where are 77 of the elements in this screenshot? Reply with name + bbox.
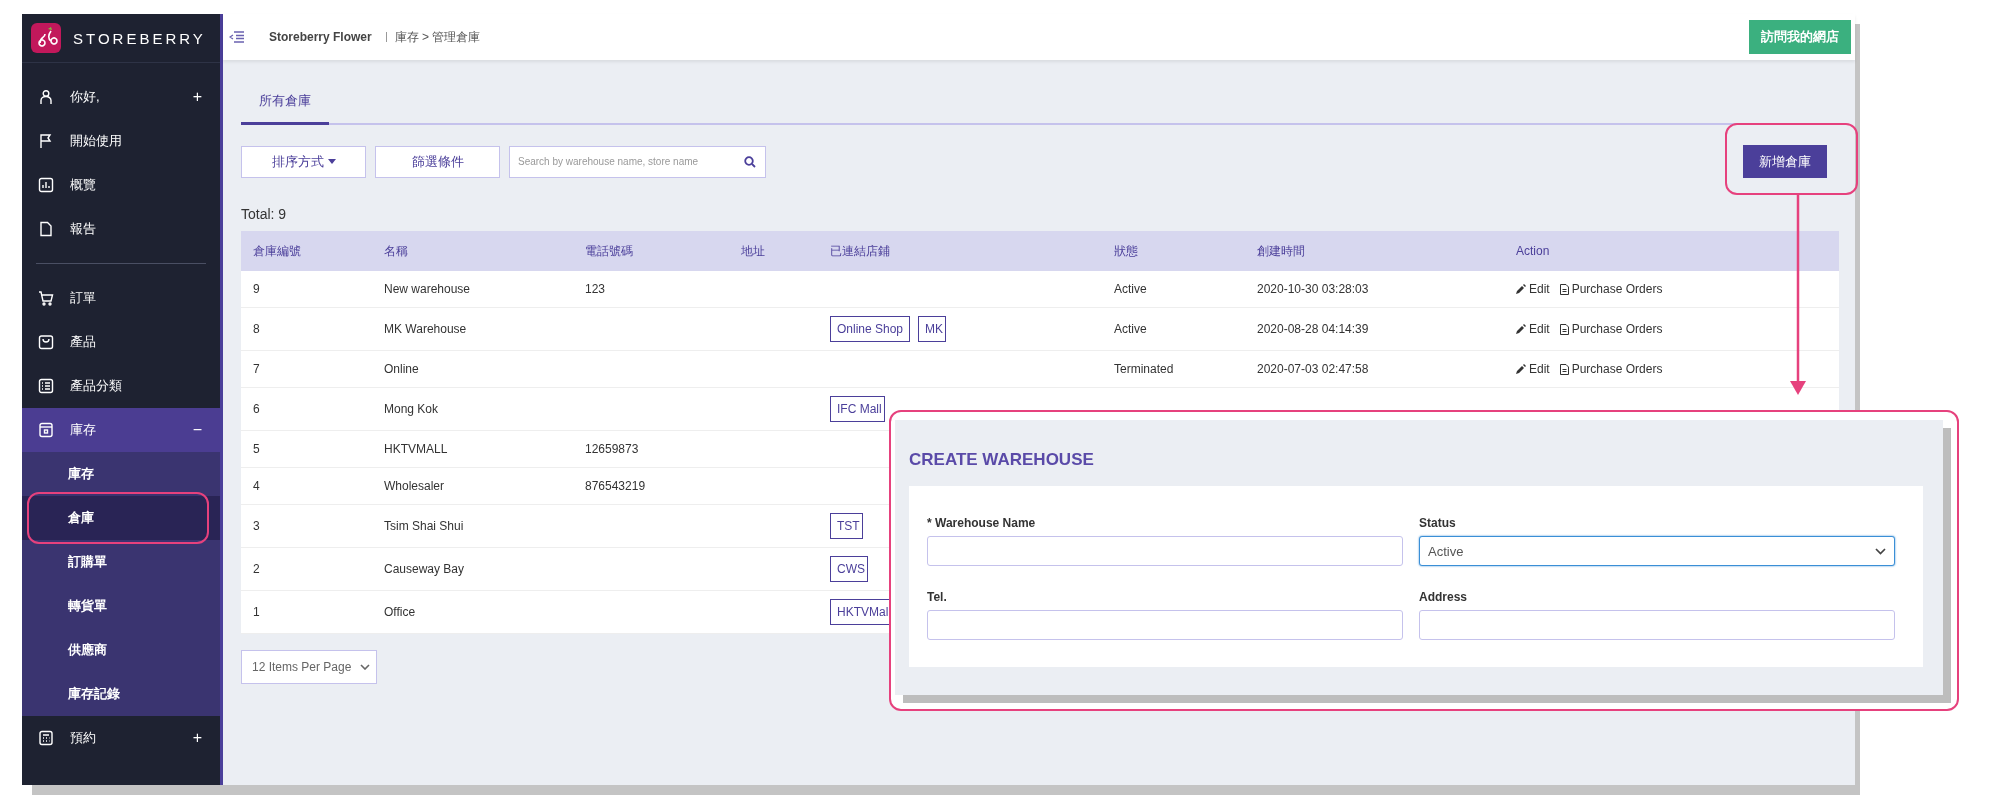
table-cell-text: Tsim Shai Shui xyxy=(383,519,465,533)
table-cell-text: 2 xyxy=(252,562,261,576)
items-per-page-select[interactable]: 12 Items Per Page xyxy=(241,650,377,684)
sidebar-item[interactable]: 產品分類 xyxy=(22,364,220,408)
shop-name: Storeberry Flower xyxy=(268,30,372,44)
table-cell-text: 2020-07-03 02:47:58 xyxy=(1256,362,1370,376)
dialog-title: CREATE WAREHOUSE xyxy=(909,450,1095,470)
table-cell-text: Online xyxy=(383,362,420,376)
purchase-orders-link[interactable]: Purchase Orders xyxy=(1559,282,1663,296)
store-tag[interactable]: CWS xyxy=(830,556,868,582)
sidebar-item[interactable]: 訂單 xyxy=(22,276,220,320)
table-cell-text: 876543219 xyxy=(584,479,647,493)
column-header: Action xyxy=(1515,244,1551,258)
table-cell-text: 123 xyxy=(584,282,607,296)
submenu-item[interactable]: 訂購單 xyxy=(22,540,220,584)
submenu-item[interactable]: 供應商 xyxy=(22,628,220,672)
submenu-item[interactable]: 轉貨單 xyxy=(22,584,220,628)
submenu-item[interactable]: 庫存記錄 xyxy=(22,672,220,716)
brand-name: STOREBERRY xyxy=(73,29,206,47)
purchase-orders-link[interactable]: Purchase Orders xyxy=(1559,322,1663,336)
sidebar-item[interactable]: 產品 xyxy=(22,320,220,364)
search-field[interactable]: Search by warehouse name, store name xyxy=(509,145,766,178)
breadcrumb: 庫存 > 管理倉庫 xyxy=(385,32,481,42)
column-header: 創建時間 xyxy=(1256,242,1306,260)
submenu-item[interactable]: 庫存 xyxy=(22,452,220,496)
sidebar-item[interactable]: 庫存 − xyxy=(22,408,220,452)
table-cell-text: New warehouse xyxy=(383,282,472,296)
table-cell-text: 5 xyxy=(252,442,261,456)
table-cell-text: Active xyxy=(1113,282,1148,296)
table-cell-text: 12659873 xyxy=(584,442,640,456)
table-cell-text: 2020-08-28 04:14:39 xyxy=(1256,322,1370,336)
edit-link[interactable]: Edit xyxy=(1516,322,1550,336)
table-cell-text: 7 xyxy=(252,362,261,376)
sidebar-item[interactable]: 概覽 xyxy=(22,163,220,207)
table-cell-text: 2020-10-30 03:28:03 xyxy=(1256,282,1370,296)
table-cell-text: HKTVMALL xyxy=(383,442,449,456)
sidebar-item[interactable]: 報告 xyxy=(22,207,220,251)
sidebar-item[interactable]: 你好, + xyxy=(22,75,220,119)
store-tag[interactable]: TST xyxy=(830,513,863,539)
sidebar-item[interactable]: 開始使用 xyxy=(22,119,220,163)
table-cell-text: Office xyxy=(383,605,417,619)
submenu-item[interactable]: 倉庫 xyxy=(22,496,220,540)
sort-button[interactable]: 排序方式 xyxy=(241,145,366,178)
store-tag[interactable]: MK xyxy=(918,316,947,342)
field-label: Status xyxy=(1419,516,1457,530)
table-cell-text: 4 xyxy=(252,479,261,493)
column-header: 名稱 xyxy=(383,242,409,260)
column-header: 電話號碼 xyxy=(584,242,634,260)
edit-link[interactable]: Edit xyxy=(1516,362,1550,376)
table-cell-text: Terminated xyxy=(1113,362,1175,376)
table-cell-text: Active xyxy=(1113,322,1148,336)
table-cell-text: 9 xyxy=(252,282,261,296)
column-header: 已連結店鋪 xyxy=(829,242,891,260)
table-cell-text: 1 xyxy=(252,605,261,619)
field-label: Tel. xyxy=(927,590,948,604)
table-cell-text: MK Warehouse xyxy=(383,322,468,336)
purchase-orders-link[interactable]: Purchase Orders xyxy=(1559,362,1663,376)
status-select[interactable]: Active xyxy=(1419,536,1895,566)
table-cell-text: 6 xyxy=(252,402,261,416)
table-cell-text: 3 xyxy=(252,519,261,533)
column-header: 狀態 xyxy=(1113,242,1139,260)
table-cell-text: Mong Kok xyxy=(383,402,440,416)
filter-button[interactable]: 篩選條件 xyxy=(375,145,500,178)
table-cell-text: Causeway Bay xyxy=(383,562,466,576)
add-warehouse-button[interactable]: 新增倉庫 xyxy=(1743,145,1827,178)
total-count: Total: 9 xyxy=(241,206,288,222)
field-label: Address xyxy=(1419,590,1469,604)
store-tag[interactable]: IFC Mall xyxy=(830,396,885,422)
store-tag[interactable]: Online Shop xyxy=(830,316,911,342)
tab[interactable]: 所有倉庫 xyxy=(241,82,329,125)
column-header: 倉庫編號 xyxy=(252,242,302,260)
edit-link[interactable]: Edit xyxy=(1516,282,1550,296)
table-cell-text: Wholesaler xyxy=(383,479,446,493)
column-header: 地址 xyxy=(740,242,766,260)
sidebar-item[interactable]: 預約 + xyxy=(22,716,220,760)
table-cell-text: 8 xyxy=(252,322,261,336)
field-label: * Warehouse Name xyxy=(927,516,1037,530)
